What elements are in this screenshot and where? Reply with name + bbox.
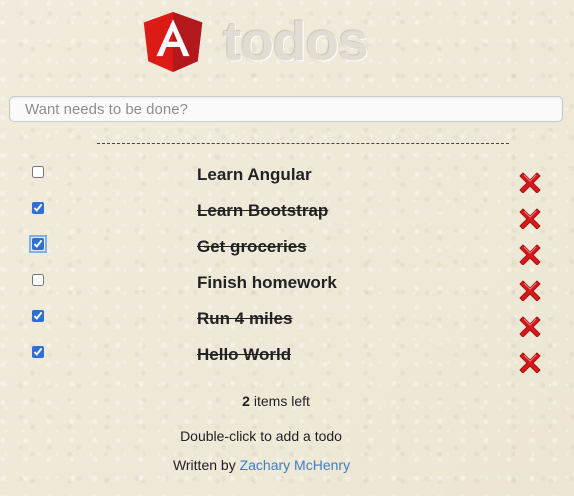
todo-checkbox[interactable]: [32, 274, 44, 286]
todo-checkbox[interactable]: [29, 235, 47, 253]
todo-list: Learn Angular Learn Bootstrap Get grocer…: [0, 156, 574, 373]
app-title: todos: [223, 10, 369, 72]
todo-checkbox[interactable]: [32, 166, 44, 178]
new-todo-input[interactable]: [9, 96, 563, 122]
todo-item-get-groceries: Get groceries: [0, 228, 574, 265]
todo-text: Learn Angular: [197, 165, 312, 184]
todo-text: Hello World: [197, 345, 292, 364]
delete-todo-button[interactable]: [518, 205, 542, 229]
todo-checkbox[interactable]: [32, 202, 44, 214]
todo-text: Get groceries: [197, 237, 307, 256]
delete-todo-button[interactable]: [518, 277, 542, 301]
todo-item-finish-homework: Finish homework: [0, 264, 574, 301]
todo-checkbox[interactable]: [32, 346, 44, 358]
divider: [97, 143, 509, 144]
todo-checkbox[interactable]: [32, 310, 44, 322]
todo-item-learn-bootstrap: Learn Bootstrap: [0, 192, 574, 229]
app-header: todos: [143, 6, 383, 78]
todo-item-learn-angular: Learn Angular: [0, 156, 574, 193]
items-left-count: 2: [242, 393, 250, 409]
angular-shield-icon: [143, 12, 203, 72]
todo-item-run-4-miles: Run 4 miles: [0, 300, 574, 337]
delete-todo-button[interactable]: [518, 169, 542, 193]
items-left-counter: 2 items left: [0, 392, 552, 410]
items-left-label: items left: [253, 393, 310, 409]
todo-text: Run 4 miles: [197, 309, 293, 328]
author-credit: Written by Zachary McHenry: [0, 456, 523, 474]
add-todo-hint: Double-click to add a todo: [180, 428, 342, 444]
delete-todo-button[interactable]: [518, 313, 542, 337]
todo-item-hello-world: Hello World: [0, 336, 574, 373]
todo-text: Finish homework: [197, 273, 337, 292]
todo-text: Learn Bootstrap: [197, 201, 329, 220]
delete-todo-button[interactable]: [518, 349, 542, 373]
author-link[interactable]: Zachary McHenry: [240, 457, 350, 473]
credit-prefix: Written by: [172, 457, 236, 473]
delete-todo-button[interactable]: [518, 241, 542, 265]
